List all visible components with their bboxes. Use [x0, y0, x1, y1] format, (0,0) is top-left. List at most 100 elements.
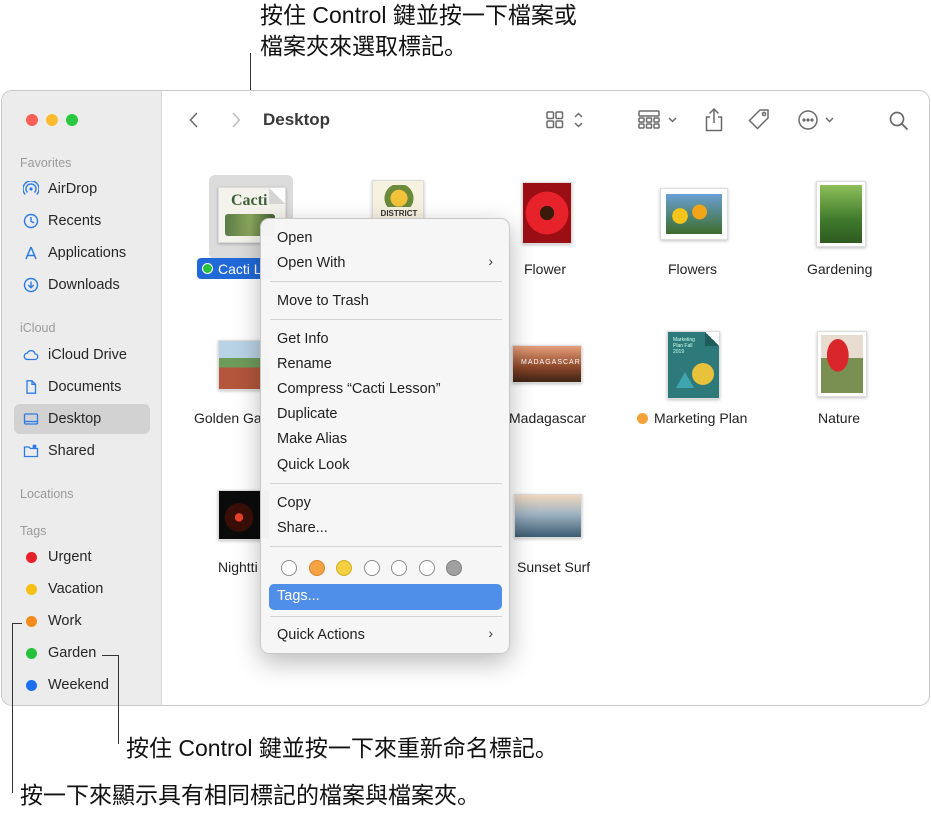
menu-item-make-alias[interactable]: Make Alias: [277, 431, 347, 447]
file-label-nature[interactable]: Nature: [818, 410, 860, 426]
menu-tag-color-orange[interactable]: [309, 560, 325, 576]
tag-dot-red: [26, 551, 37, 563]
sidebar-item-icloud-drive[interactable]: iCloud Drive: [14, 340, 150, 370]
file-thumbnail-flower[interactable]: [522, 182, 572, 244]
document-icon: [22, 378, 40, 396]
menu-item-rename[interactable]: Rename: [277, 356, 332, 372]
sidebar-item-label: AirDrop: [48, 181, 98, 197]
file-label-madagascar[interactable]: Madagascar: [509, 410, 586, 426]
tag-dot-green: [202, 263, 213, 274]
sidebar-tag-urgent[interactable]: Urgent: [14, 542, 150, 572]
menu-tag-color-yellow[interactable]: [336, 560, 352, 576]
menu-item-tags[interactable]: Tags...: [277, 588, 320, 604]
group-button[interactable]: [636, 108, 682, 132]
sidebar-item-label: Recents: [48, 213, 102, 229]
file-label-flowers[interactable]: Flowers: [668, 261, 717, 277]
menu-item-open-with[interactable]: Open With: [277, 255, 346, 271]
sidebar-item-desktop[interactable]: Desktop: [14, 404, 150, 434]
thumb-text: MADAGASCAR: [521, 359, 581, 366]
sidebar-tag-label: Vacation: [48, 581, 104, 597]
tag-dot-orange: [26, 615, 37, 627]
file-thumbnail-marketing-plan[interactable]: Marketing Plan Fall 2019: [667, 331, 720, 399]
share-icon: [705, 107, 723, 132]
sidebar-tag-vacation[interactable]: Vacation: [14, 574, 150, 604]
file-label-nighttime[interactable]: Nightti: [218, 559, 258, 575]
file-label-golden-gate[interactable]: Golden Ga: [194, 410, 262, 426]
page-fold: [705, 332, 719, 346]
sidebar-item-label: Documents: [48, 379, 122, 395]
file-thumbnail-nature[interactable]: [817, 331, 867, 397]
sidebar-item-shared[interactable]: Shared: [14, 436, 150, 466]
sidebar-tag-garden[interactable]: Garden: [14, 638, 150, 668]
window-title: Desktop: [263, 110, 331, 129]
group-icon: [638, 110, 677, 129]
search-button[interactable]: [886, 108, 912, 134]
sidebar-item-applications[interactable]: Applications: [14, 238, 150, 268]
sidebar-item-label: Desktop: [48, 411, 102, 427]
submenu-chevron-icon: ›: [488, 253, 493, 269]
menu-tag-color-green[interactable]: [364, 560, 380, 576]
file-thumbnail-sunset-surf[interactable]: [514, 494, 582, 538]
tag-icon: [748, 109, 769, 130]
file-label-sunset-surf[interactable]: Sunset Surf: [517, 559, 590, 575]
menu-item-quick-actions[interactable]: Quick Actions: [277, 627, 365, 643]
menu-item-move-to-trash[interactable]: Move to Trash: [277, 293, 369, 309]
file-label-gardening[interactable]: Gardening: [807, 261, 872, 277]
forward-button[interactable]: [226, 109, 246, 131]
sidebar: Favorites AirDrop Recents Applications D…: [2, 91, 162, 705]
share-button[interactable]: [701, 106, 727, 134]
forward-icon: [232, 112, 241, 128]
menu-item-open[interactable]: Open: [277, 230, 312, 246]
sidebar-tag-weekend[interactable]: Weekend: [14, 670, 150, 700]
menu-item-get-info[interactable]: Get Info: [277, 331, 329, 347]
file-thumbnail-gardening[interactable]: [816, 181, 866, 247]
more-actions-button[interactable]: [796, 107, 840, 133]
file-label-marketing-plan[interactable]: Marketing Plan: [637, 410, 747, 426]
submenu-chevron-icon: ›: [488, 625, 493, 641]
callout-line-show: [12, 623, 13, 793]
file-thumbnail-flowers[interactable]: [660, 188, 728, 240]
callout-select-tag-line1: 按住 Control 鍵並按一下檔案或: [260, 2, 577, 28]
desktop-icon: [22, 410, 40, 428]
sidebar-item-downloads[interactable]: Downloads: [14, 270, 150, 300]
menu-tag-color-blue[interactable]: [391, 560, 407, 576]
menu-tag-color-purple[interactable]: [419, 560, 435, 576]
download-icon: [22, 276, 40, 294]
tag-button[interactable]: [745, 106, 773, 134]
menu-item-compress[interactable]: Compress “Cacti Lesson”: [277, 381, 441, 397]
file-label-flower[interactable]: Flower: [524, 261, 566, 277]
context-menu: Open Open With › Move to Trash Get Info …: [260, 218, 510, 654]
sidebar-tag-work[interactable]: Work: [14, 606, 150, 636]
sidebar-item-label: Applications: [48, 245, 127, 261]
thumb-circle: [692, 363, 714, 385]
sidebar-item-airdrop[interactable]: AirDrop: [14, 174, 150, 204]
zoom-window-button[interactable]: [66, 114, 78, 126]
sidebar-section-tags: Tags: [20, 524, 47, 538]
sidebar-item-label: Downloads: [48, 277, 120, 293]
close-window-button[interactable]: [26, 114, 38, 126]
thumb-triangle: [676, 372, 694, 388]
tag-dot-green: [26, 647, 37, 659]
menu-item-quick-look[interactable]: Quick Look: [277, 457, 350, 473]
menu-item-share[interactable]: Share...: [277, 520, 328, 536]
file-thumbnail-madagascar[interactable]: MADAGASCAR: [512, 345, 582, 383]
menu-item-duplicate[interactable]: Duplicate: [277, 406, 337, 422]
menu-tag-color-none[interactable]: [281, 560, 297, 576]
menu-item-copy[interactable]: Copy: [277, 495, 311, 511]
menu-separator: [270, 281, 502, 282]
back-button[interactable]: [184, 109, 204, 131]
applications-icon: [22, 244, 40, 262]
callout-tick-rename: [102, 655, 119, 656]
menu-tag-color-gray[interactable]: [446, 560, 462, 576]
cloud-icon: [22, 346, 40, 364]
more-icon: [798, 110, 834, 130]
minimize-window-button[interactable]: [46, 114, 58, 126]
sidebar-tag-label: Weekend: [48, 677, 109, 693]
thumb-text: Cacti: [231, 192, 268, 209]
file-label-text: Cacti L: [218, 260, 262, 277]
sidebar-item-recents[interactable]: Recents: [14, 206, 150, 236]
view-mode-button[interactable]: [542, 108, 588, 132]
sidebar-tag-label: Urgent: [48, 549, 92, 565]
sidebar-item-documents[interactable]: Documents: [14, 372, 150, 402]
sidebar-item-label: iCloud Drive: [48, 347, 127, 363]
